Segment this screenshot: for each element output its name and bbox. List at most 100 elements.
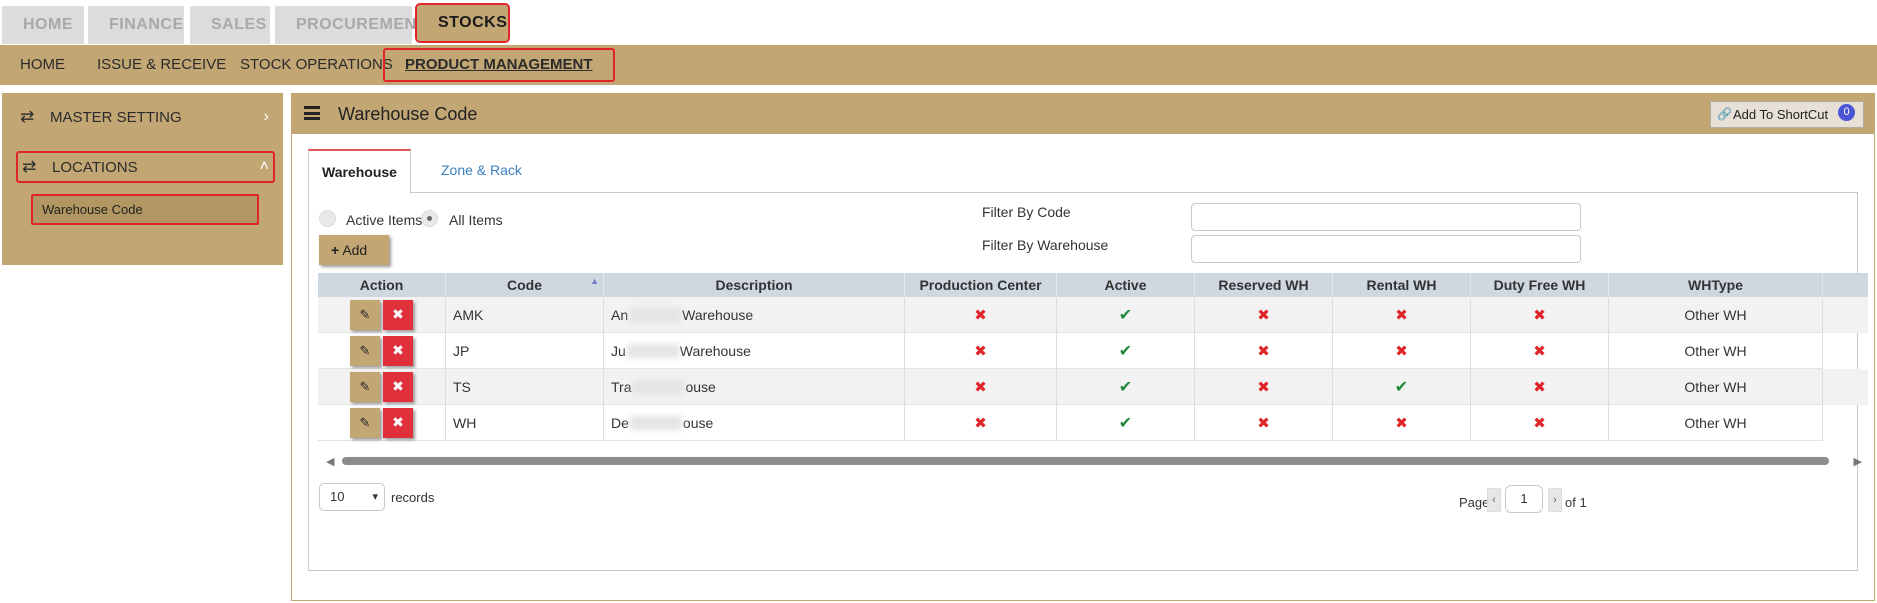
action-cell: ✎ ✖ bbox=[318, 405, 446, 441]
active-cell: ✔ bbox=[1057, 405, 1195, 441]
column-header-action: Action bbox=[318, 273, 446, 297]
filter-by-code-label: Filter By Code bbox=[982, 204, 1071, 220]
page-number-input[interactable]: 1 bbox=[1505, 485, 1543, 513]
page-size-select[interactable]: 10 ▾ bbox=[319, 483, 385, 511]
cross-icon: ✖ bbox=[1257, 306, 1270, 324]
column-header-active[interactable]: Active bbox=[1057, 273, 1195, 297]
plus-icon: + bbox=[331, 242, 340, 258]
delete-icon[interactable]: ✖ bbox=[383, 335, 413, 366]
module-tab-label: STOCKS bbox=[438, 14, 508, 31]
table-header-row: Action Code ▲ Description Production Cen… bbox=[318, 273, 1868, 297]
next-page-button[interactable]: › bbox=[1548, 488, 1562, 512]
filter-by-warehouse-label: Filter By Warehouse bbox=[982, 237, 1109, 253]
shortcut-label: Add To ShortCut bbox=[1733, 107, 1829, 122]
filter-by-code-input[interactable] bbox=[1191, 203, 1581, 231]
prev-page-button[interactable]: ‹ bbox=[1487, 488, 1501, 512]
tab-warehouse[interactable]: Warehouse bbox=[308, 149, 411, 194]
reserved-wh-cell: ✖ bbox=[1195, 405, 1333, 441]
tab-zone-rack[interactable]: Zone & Rack bbox=[428, 149, 535, 193]
table-row: ✎ ✖ AMK An Warehouse ✖ ✔ ✖ ✖ ✖ Other WH bbox=[318, 297, 1868, 333]
code-cell: AMK bbox=[446, 297, 604, 333]
table-row: ✎ ✖ TS Tra ouse ✖ ✔ ✖ ✔ ✖ Other WH bbox=[318, 369, 1868, 405]
module-tab-home[interactable]: HOME bbox=[2, 6, 84, 44]
module-tab-sales[interactable]: SALES bbox=[190, 6, 270, 44]
subnav-item-stock-operations[interactable]: STOCK OPERATIONS bbox=[240, 45, 393, 85]
table-row: ✎ ✖ WH De ouse ✖ ✔ ✖ ✖ ✖ Other WH bbox=[318, 405, 1868, 441]
sidebar-item-locations[interactable]: ⇄ LOCATIONS ˄ bbox=[16, 151, 275, 183]
description-suffix: Warehouse bbox=[682, 306, 754, 323]
add-to-shortcut-button[interactable]: 🔗 Add To ShortCut 0 bbox=[1710, 101, 1864, 128]
sub-navigation: HOME ISSUE & RECEIVE STOCK OPERATIONS PR… bbox=[0, 45, 1877, 85]
column-header-code[interactable]: Code ▲ bbox=[446, 273, 604, 297]
main-panel: Warehouse Code 🔗 Add To ShortCut 0 Wareh… bbox=[291, 93, 1875, 601]
subnav-item-product-management[interactable]: PRODUCT MANAGEMENT bbox=[383, 48, 615, 82]
delete-icon[interactable]: ✖ bbox=[383, 299, 413, 330]
cross-icon: ✖ bbox=[1533, 342, 1546, 360]
active-cell: ✔ bbox=[1057, 369, 1195, 405]
reserved-wh-cell: ✖ bbox=[1195, 297, 1333, 333]
subnav-item-home[interactable]: HOME bbox=[20, 45, 65, 85]
module-tab-finance[interactable]: FINANCE bbox=[88, 6, 184, 44]
tab-content: Active Items All Items + Add Filter By C… bbox=[308, 193, 1868, 571]
redacted-text bbox=[632, 379, 685, 394]
column-header-rental-wh[interactable]: Rental WH bbox=[1333, 273, 1471, 297]
whtype-cell: Other WH bbox=[1609, 405, 1823, 441]
duty-free-wh-cell: ✖ bbox=[1471, 297, 1609, 333]
sidebar-subitem-warehouse-code[interactable]: Warehouse Code bbox=[31, 194, 259, 225]
description-cell: De ouse bbox=[604, 405, 905, 441]
tab-bar: Warehouse Zone & Rack bbox=[308, 149, 1858, 194]
rental-wh-cell: ✖ bbox=[1333, 333, 1471, 369]
delete-icon[interactable]: ✖ bbox=[383, 371, 413, 402]
scrollbar-thumb[interactable] bbox=[342, 457, 1829, 465]
action-cell: ✎ ✖ bbox=[318, 333, 446, 369]
whtype-cell: Other WH bbox=[1609, 333, 1823, 369]
cross-icon: ✖ bbox=[1533, 378, 1546, 396]
module-tab-procurement[interactable]: PROCUREMENT bbox=[275, 6, 426, 44]
add-button-label: Add bbox=[342, 242, 368, 258]
cross-icon: ✖ bbox=[1257, 342, 1270, 360]
hamburger-menu-icon[interactable] bbox=[304, 106, 320, 120]
cross-icon: ✖ bbox=[1533, 414, 1546, 432]
radio-active-items[interactable] bbox=[319, 210, 336, 227]
radio-active-items-label: Active Items bbox=[346, 212, 423, 228]
scroll-left-icon[interactable]: ◀ bbox=[326, 455, 334, 468]
chevron-right-icon: › bbox=[263, 108, 269, 125]
production-center-cell: ✖ bbox=[905, 405, 1057, 441]
reserved-wh-cell: ✖ bbox=[1195, 369, 1333, 405]
whtype-cell: Other WH bbox=[1609, 297, 1823, 333]
rental-wh-cell: ✖ bbox=[1333, 405, 1471, 441]
cross-icon: ✖ bbox=[974, 306, 987, 324]
add-button[interactable]: + Add bbox=[319, 235, 389, 265]
subnav-item-issue-receive[interactable]: ISSUE & RECEIVE bbox=[97, 45, 226, 85]
check-icon: ✔ bbox=[1394, 378, 1409, 396]
check-icon: ✔ bbox=[1118, 342, 1133, 360]
description-prefix: Tra bbox=[611, 378, 632, 395]
column-header-production-center[interactable]: Production Center bbox=[905, 273, 1057, 297]
duty-free-wh-cell: ✖ bbox=[1471, 369, 1609, 405]
edit-icon[interactable]: ✎ bbox=[350, 299, 380, 330]
active-cell: ✔ bbox=[1057, 333, 1195, 369]
page-label: Page bbox=[1459, 495, 1490, 510]
delete-icon[interactable]: ✖ bbox=[383, 407, 413, 438]
column-header-reserved-wh[interactable]: Reserved WH bbox=[1195, 273, 1333, 297]
scroll-right-icon[interactable]: ▶ bbox=[1854, 455, 1862, 468]
sidebar: ⇄ MASTER SETTING › ⇄ LOCATIONS ˄ Warehou… bbox=[2, 93, 283, 265]
edit-icon[interactable]: ✎ bbox=[350, 407, 380, 438]
horizontal-scrollbar[interactable]: ◀ ▶ bbox=[318, 455, 1868, 468]
radio-all-items[interactable] bbox=[421, 210, 438, 227]
active-cell: ✔ bbox=[1057, 297, 1195, 333]
duty-free-wh-cell: ✖ bbox=[1471, 333, 1609, 369]
cross-icon: ✖ bbox=[974, 378, 987, 396]
module-tab-label: HOME bbox=[23, 16, 73, 33]
module-tab-stocks[interactable]: STOCKS bbox=[415, 3, 510, 43]
chevron-down-icon: ▾ bbox=[372, 491, 378, 503]
filter-by-warehouse-input[interactable] bbox=[1191, 235, 1581, 263]
column-header-whtype[interactable]: WHType bbox=[1609, 273, 1823, 297]
edit-icon[interactable]: ✎ bbox=[350, 371, 380, 402]
column-header-duty-free-wh[interactable]: Duty Free WH bbox=[1471, 273, 1609, 297]
column-header-description[interactable]: Description bbox=[604, 273, 905, 297]
description-cell: Tra ouse bbox=[604, 369, 905, 405]
redacted-text bbox=[626, 343, 679, 358]
sidebar-item-master-setting[interactable]: ⇄ MASTER SETTING › bbox=[2, 93, 283, 141]
edit-icon[interactable]: ✎ bbox=[350, 335, 380, 366]
